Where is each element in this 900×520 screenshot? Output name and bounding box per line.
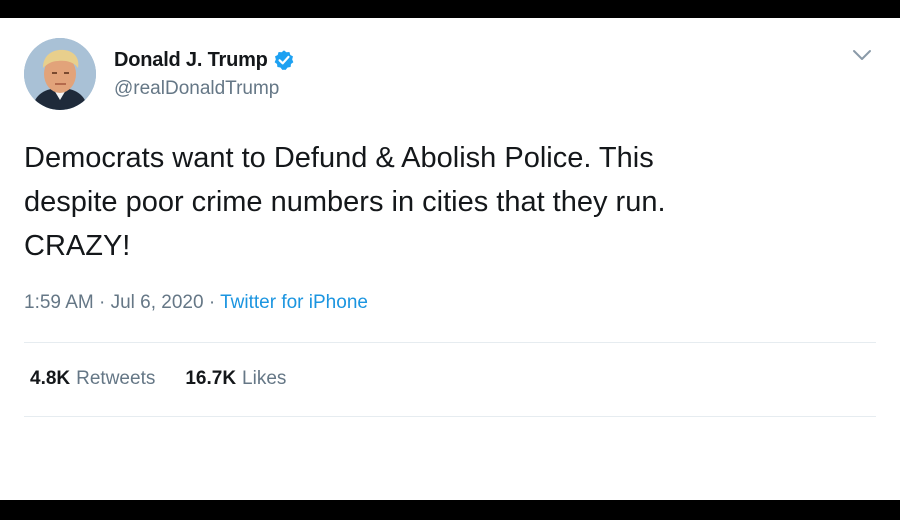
divider [24,342,876,343]
user-handle[interactable]: @realDonaldTrump [114,78,295,100]
tweet-meta: 1:59 AM · Jul 6, 2020 · Twitter for iPho… [24,292,368,314]
verified-badge-icon [274,50,294,70]
tweet-card: Donald J. Trump @realDonaldTrump Democra… [0,18,900,418]
avatar[interactable] [24,38,96,110]
likes-stat[interactable]: 16.7K Likes [185,368,286,390]
tweet-timestamp[interactable]: 1:59 AM · Jul 6, 2020 [24,292,204,313]
avatar-image [24,38,96,110]
retweets-label: Retweets [76,368,156,389]
screenshot-frame: Donald J. Trump @realDonaldTrump Democra… [0,18,900,500]
retweets-stat[interactable]: 4.8K Retweets [30,368,155,390]
likes-count: 16.7K [185,368,237,389]
meta-separator: · [208,292,221,313]
tweet-text: Democrats want to Defund & Abolish Polic… [24,142,666,262]
chevron-down-icon[interactable] [850,45,874,65]
retweets-count: 4.8K [30,368,71,389]
name-row: Donald J. Trump [114,48,295,72]
tweet-author: Donald J. Trump @realDonaldTrump [114,48,295,100]
tweet-stats: 4.8K Retweets 16.7K Likes [30,368,316,390]
divider [24,416,876,417]
tweet-source[interactable]: Twitter for iPhone [220,292,368,313]
likes-label: Likes [242,368,287,389]
display-name[interactable]: Donald J. Trump [114,49,268,72]
